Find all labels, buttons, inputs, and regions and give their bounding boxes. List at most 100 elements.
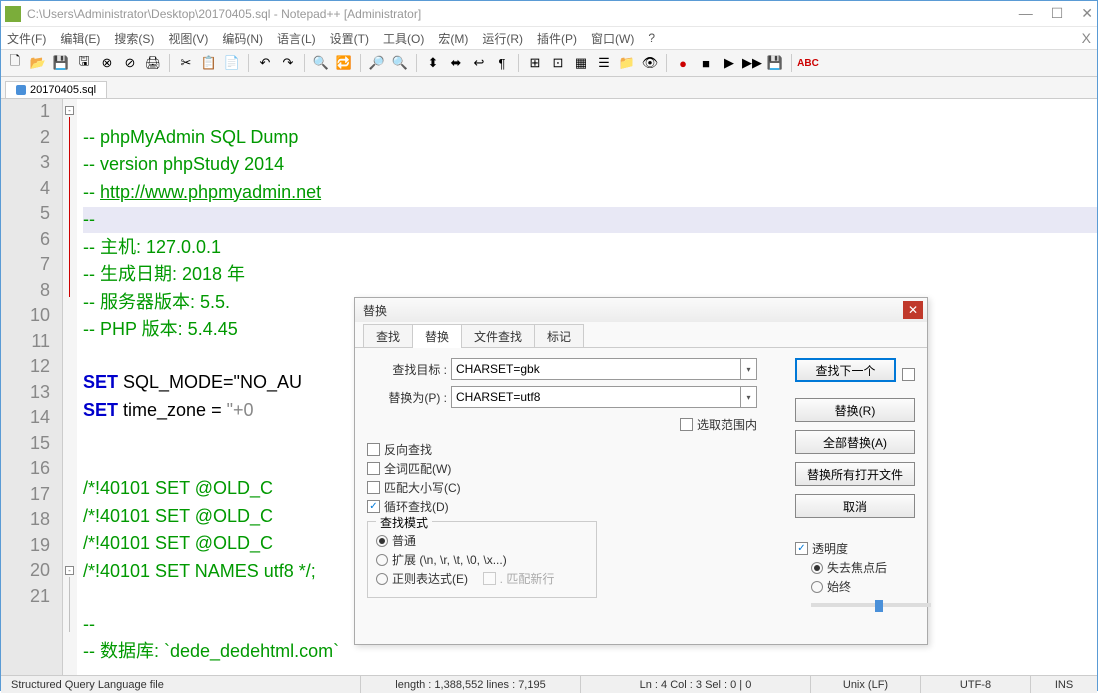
reverse-checkbox[interactable]: [367, 443, 380, 456]
menu-macro[interactable]: 宏(M): [438, 30, 468, 47]
mode-extended-radio[interactable]: [376, 554, 388, 566]
open-file-icon[interactable]: 📂: [28, 53, 48, 73]
in-selection-checkbox[interactable]: [680, 418, 693, 431]
editor-area[interactable]: 12345678101112131415161718192021 - - -- …: [1, 99, 1097, 675]
close-all-icon[interactable]: ⊘: [120, 53, 140, 73]
doc-map-icon[interactable]: ▦: [571, 53, 591, 73]
tab-findfiles[interactable]: 文件查找: [461, 324, 535, 348]
tab-find[interactable]: 查找: [363, 324, 413, 348]
print-icon[interactable]: 🖨: [143, 53, 163, 73]
menu-file[interactable]: 文件(F): [7, 30, 46, 47]
status-mode[interactable]: INS: [1031, 676, 1097, 693]
status-lang: Structured Query Language file: [1, 676, 361, 693]
toolbar: 🗋 📂 💾 🖫 ⊗ ⊘ 🖨 ✂ 📋 📄 ↶ ↷ 🔍 🔁 🔎 🔍 ⬍ ⬌ ↩ ¶ …: [1, 49, 1097, 77]
menu-settings[interactable]: 设置(T): [330, 30, 369, 47]
indent-guide-icon[interactable]: ⊞: [525, 53, 545, 73]
status-encoding[interactable]: UTF-8: [921, 676, 1031, 693]
replace-all-button[interactable]: 全部替换(A): [795, 430, 915, 454]
folder-icon[interactable]: 📁: [617, 53, 637, 73]
menu-plugins[interactable]: 插件(P): [537, 30, 577, 47]
titlebar: C:\Users\Administrator\Desktop\20170405.…: [1, 1, 1097, 27]
spellcheck-icon[interactable]: ABC: [798, 53, 818, 73]
menu-search[interactable]: 搜索(S): [114, 30, 154, 47]
fold-toggle-icon[interactable]: -: [65, 106, 74, 115]
menu-run[interactable]: 运行(R): [482, 30, 523, 47]
find-dropdown-icon[interactable]: ▾: [741, 358, 757, 380]
loop-checkbox[interactable]: ✓: [367, 500, 380, 513]
sync-h-icon[interactable]: ⬌: [446, 53, 466, 73]
trans-always-radio[interactable]: [811, 581, 823, 593]
status-eol[interactable]: Unix (LF): [811, 676, 921, 693]
cancel-button[interactable]: 取消: [795, 494, 915, 518]
menubar: 文件(F) 编辑(E) 搜索(S) 视图(V) 编码(N) 语言(L) 设置(T…: [1, 27, 1097, 49]
replace-label: 替换为(P) :: [367, 389, 447, 406]
wholeword-checkbox[interactable]: [367, 462, 380, 475]
copy-icon[interactable]: 📋: [199, 53, 219, 73]
zoom-out-icon[interactable]: 🔍: [390, 53, 410, 73]
func-list-icon[interactable]: ☰: [594, 53, 614, 73]
fold-toggle-icon[interactable]: -: [65, 566, 74, 575]
status-length: length : 1,388,552 lines : 7,195: [361, 676, 581, 693]
replace-dropdown-icon[interactable]: ▾: [741, 386, 757, 408]
play-multi-icon[interactable]: ▶▶: [742, 53, 762, 73]
cut-icon[interactable]: ✂: [176, 53, 196, 73]
menu-language[interactable]: 语言(L): [277, 30, 316, 47]
zoom-in-icon[interactable]: 🔎: [367, 53, 387, 73]
find-icon[interactable]: 🔍: [311, 53, 331, 73]
lang-icon[interactable]: ⊡: [548, 53, 568, 73]
replace-all-files-button[interactable]: 替换所有打开文件: [795, 462, 915, 486]
find-input[interactable]: [451, 358, 741, 380]
replace-icon[interactable]: 🔁: [334, 53, 354, 73]
line-gutter: 12345678101112131415161718192021: [1, 99, 63, 675]
close-button[interactable]: ✕: [1081, 5, 1093, 22]
menu-help[interactable]: ?: [648, 31, 655, 45]
tabbar: 20170405.sql: [1, 77, 1097, 99]
new-file-icon[interactable]: 🗋: [5, 53, 25, 73]
tab-close-x-icon[interactable]: X: [1082, 30, 1091, 46]
undo-icon[interactable]: ↶: [255, 53, 275, 73]
replace-input[interactable]: [451, 386, 741, 408]
wrap-icon[interactable]: ↩: [469, 53, 489, 73]
menu-window[interactable]: 窗口(W): [591, 30, 634, 47]
paste-icon[interactable]: 📄: [222, 53, 242, 73]
all-chars-icon[interactable]: ¶: [492, 53, 512, 73]
menu-tools[interactable]: 工具(O): [383, 30, 424, 47]
dialog-title: 替换: [363, 302, 387, 319]
matchcase-checkbox[interactable]: [367, 481, 380, 494]
fold-column[interactable]: - -: [63, 99, 77, 675]
find-next-button[interactable]: 查找下一个: [795, 358, 896, 382]
menu-encoding[interactable]: 编码(N): [222, 30, 263, 47]
sync-v-icon[interactable]: ⬍: [423, 53, 443, 73]
mode-normal-radio[interactable]: [376, 535, 388, 547]
replace-button[interactable]: 替换(R): [795, 398, 915, 422]
file-status-icon: [16, 85, 26, 95]
window-title: C:\Users\Administrator\Desktop\20170405.…: [27, 7, 1019, 21]
redo-icon[interactable]: ↷: [278, 53, 298, 73]
stop-icon[interactable]: ■: [696, 53, 716, 73]
save-all-icon[interactable]: 🖫: [74, 53, 94, 73]
maximize-button[interactable]: ☐: [1051, 5, 1064, 22]
dialog-close-icon[interactable]: ✕: [903, 301, 923, 319]
mode-regex-radio[interactable]: [376, 573, 388, 585]
save-icon[interactable]: 💾: [51, 53, 71, 73]
file-tab-label: 20170405.sql: [30, 84, 96, 96]
menu-view[interactable]: 视图(V): [168, 30, 208, 47]
statusbar: Structured Query Language file length : …: [1, 675, 1097, 693]
monitor-icon[interactable]: 👁: [640, 53, 660, 73]
tab-replace[interactable]: 替换: [412, 324, 462, 348]
trans-blur-radio[interactable]: [811, 562, 823, 574]
dialog-titlebar[interactable]: 替换 ✕: [355, 298, 927, 322]
minimize-button[interactable]: —: [1019, 5, 1033, 22]
replace-dialog: 替换 ✕ 查找 替换 文件查找 标记 查找目标 : ▾ 替换为(P) : ▾: [354, 297, 928, 645]
close-file-icon[interactable]: ⊗: [97, 53, 117, 73]
play-icon[interactable]: ▶: [719, 53, 739, 73]
save-macro-icon[interactable]: 💾: [765, 53, 785, 73]
transparency-checkbox[interactable]: ✓: [795, 542, 808, 555]
find-next-aux-checkbox[interactable]: [902, 368, 915, 381]
app-icon: [5, 6, 21, 22]
transparency-slider[interactable]: [811, 603, 931, 607]
tab-mark[interactable]: 标记: [534, 324, 584, 348]
menu-edit[interactable]: 编辑(E): [60, 30, 100, 47]
record-icon[interactable]: ●: [673, 53, 693, 73]
file-tab[interactable]: 20170405.sql: [5, 81, 107, 98]
